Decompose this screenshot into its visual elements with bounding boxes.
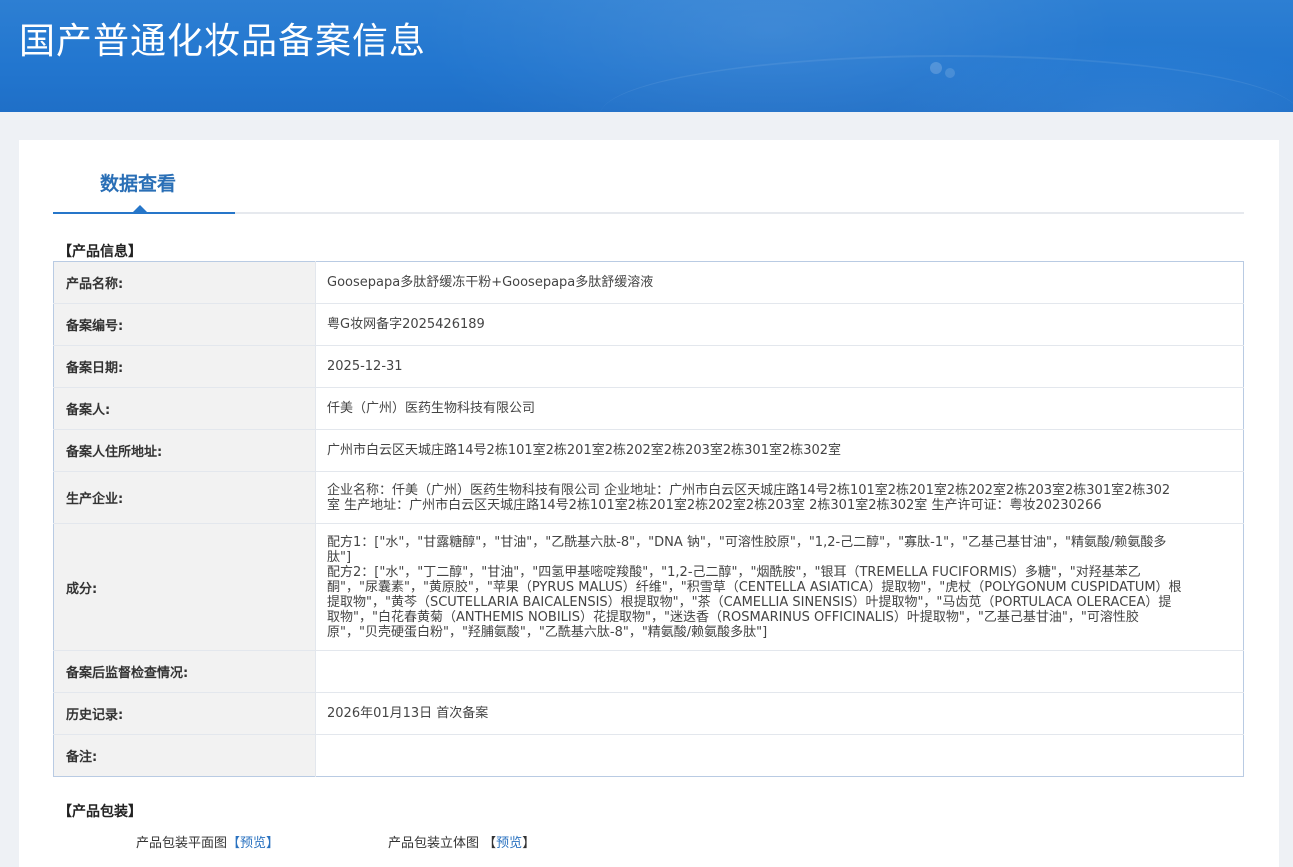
preview-3d-link[interactable]: 预览 <box>496 836 522 851</box>
row-key: 成分: <box>53 523 316 651</box>
row-key: 备案编号: <box>53 303 316 346</box>
ingredients-formula-1: 配方1：["水"，"甘露糖醇"，"甘油"，"乙酰基六肽-8"，"DNA 钠"，"… <box>327 534 1167 565</box>
row-key: 产品名称: <box>53 261 316 304</box>
table-row: 备案人: 仟美（广州）医药生物科技有限公司 <box>53 387 1244 430</box>
row-value <box>315 650 1244 693</box>
tab-label: 数据查看 <box>100 173 177 195</box>
packaging-3d-item: 产品包装立体图 【预览】 <box>388 832 535 851</box>
header-banner: 国产普通化妆品备案信息 <box>0 0 1293 112</box>
section-title-packaging: 【产品包装】 <box>58 804 142 820</box>
row-value <box>316 735 1244 777</box>
table-row: 备案后监督检查情况: <box>53 650 1244 693</box>
row-value: 广州市白云区天城庄路14号2栋101室2栋201室2栋202室2栋203室2栋3… <box>315 429 1244 472</box>
tab-data-view[interactable]: 数据查看 <box>53 168 235 214</box>
row-key: 备案后监督检查情况: <box>53 650 316 693</box>
banner-dot <box>930 62 942 74</box>
bracket-close: 】 <box>522 836 536 851</box>
row-value-ingredients: 配方1：["水"，"甘露糖醇"，"甘油"，"乙酰基六肽-8"，"DNA 钠"，"… <box>315 523 1244 651</box>
row-value: 粤G妆网备字2025426189 <box>315 303 1244 346</box>
table-row: 备案编号: 粤G妆网备字2025426189 <box>53 303 1244 346</box>
packaging-flat-label: 产品包装平面图 <box>136 836 228 851</box>
row-value: Goosepapa多肽舒缓冻干粉+Goosepapa多肽舒缓溶液 <box>315 261 1244 304</box>
tab-caret-icon <box>133 205 147 212</box>
banner-dot <box>945 68 955 78</box>
row-key: 备注: <box>53 734 316 777</box>
content-card: 数据查看 【产品信息】 产品名称: Goosepapa多肽舒缓冻干粉+Goose… <box>19 140 1279 867</box>
ingredients-formula-2: 配方2：["水"，"丁二醇"，"甘油"，"四氢甲基嘧啶羧酸"，"1,2-己二醇"… <box>327 564 1182 640</box>
row-key: 生产企业: <box>53 471 316 524</box>
table-row: 成分: 配方1：["水"，"甘露糖醇"，"甘油"，"乙酰基六肽-8"，"DNA … <box>53 523 1244 651</box>
row-key: 历史记录: <box>53 692 316 735</box>
row-value: 2025-12-31 <box>315 345 1244 388</box>
packaging-flat-item: 产品包装平面图【预览】 <box>136 832 279 851</box>
row-key: 备案人: <box>53 387 316 430</box>
product-info-table: 产品名称: Goosepapa多肽舒缓冻干粉+Goosepapa多肽舒缓溶液 备… <box>53 261 1244 777</box>
page-title: 国产普通化妆品备案信息 <box>19 21 427 62</box>
table-row: 历史记录: 2026年01月13日 首次备案 <box>53 692 1244 735</box>
row-value: 企业名称：仟美（广州）医药生物科技有限公司 企业地址：广州市白云区天城庄路14号… <box>315 471 1244 524</box>
table-row: 备案日期: 2025-12-31 <box>53 345 1244 388</box>
table-row: 备案人住所地址: 广州市白云区天城庄路14号2栋101室2栋201室2栋202室… <box>53 429 1244 472</box>
packaging-3d-label: 产品包装立体图 <box>388 836 480 851</box>
row-value: 仟美（广州）医药生物科技有限公司 <box>315 387 1244 430</box>
row-value: 2026年01月13日 首次备案 <box>315 692 1244 735</box>
bracket-open: 【 <box>483 836 497 851</box>
table-row: 备注: <box>53 734 1244 777</box>
section-title-product-info: 【产品信息】 <box>58 244 142 260</box>
table-row: 生产企业: 企业名称：仟美（广州）医药生物科技有限公司 企业地址：广州市白云区天… <box>53 471 1244 524</box>
preview-flat-link[interactable]: 【预览】 <box>227 836 279 851</box>
row-key: 备案人住所地址: <box>53 429 316 472</box>
row-key: 备案日期: <box>53 345 316 388</box>
table-row: 产品名称: Goosepapa多肽舒缓冻干粉+Goosepapa多肽舒缓溶液 <box>53 261 1244 304</box>
